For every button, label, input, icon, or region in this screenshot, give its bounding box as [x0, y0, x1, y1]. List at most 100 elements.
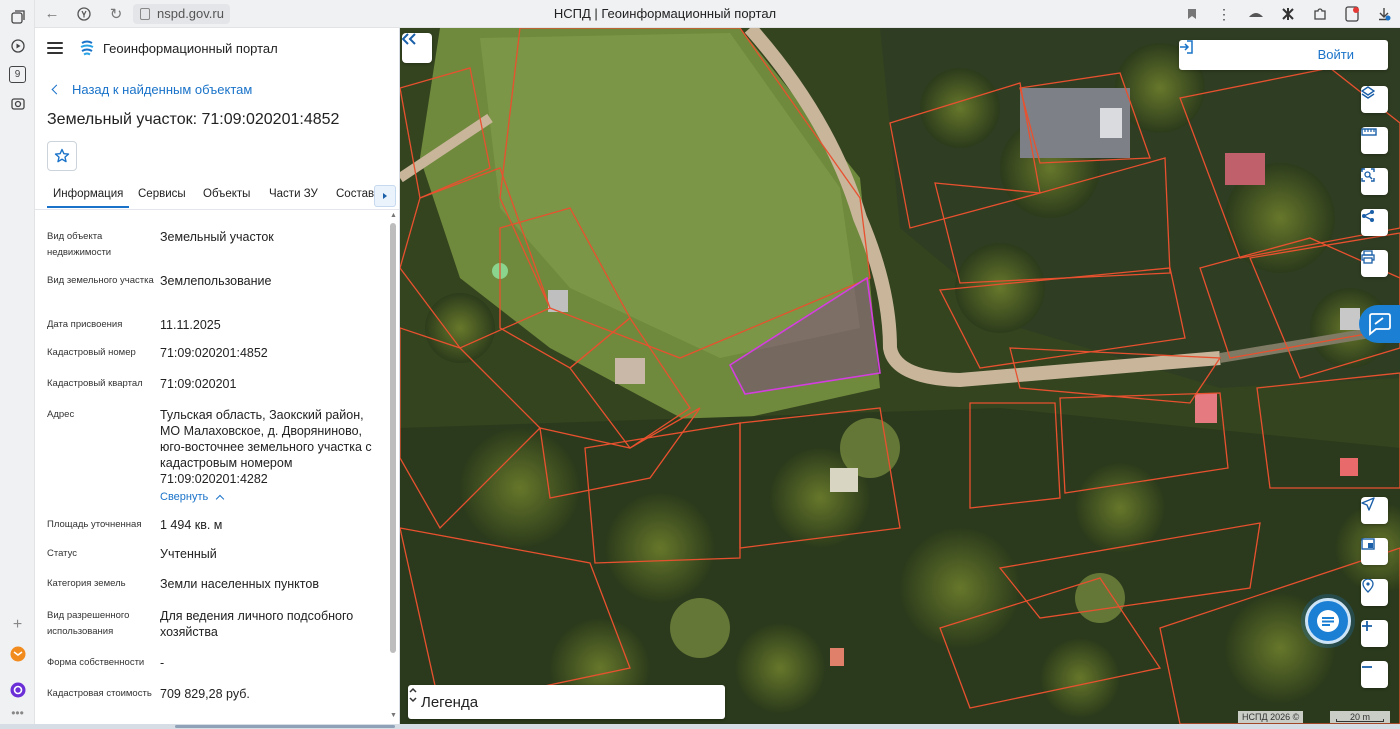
satellite-map[interactable] [400, 28, 1400, 724]
field-label-object-kind: Вид объекта недвижимости [47, 231, 112, 258]
window-title: НСПД | Геоинформационный портал [553, 6, 777, 21]
chevron-up-icon [216, 494, 225, 503]
share-icon [1362, 210, 1374, 222]
select-area-icon [1361, 168, 1375, 182]
field-value-address: Тульская область, Заокский район, МО Мал… [160, 408, 372, 486]
tab-composition[interactable]: Состав [336, 188, 374, 200]
location-search-icon [1362, 579, 1374, 593]
favorite-button[interactable] [47, 141, 77, 171]
tab-parts[interactable]: Части ЗУ [269, 188, 318, 200]
tab-objects[interactable]: Объекты [203, 188, 250, 200]
double-chevron-left-icon [402, 33, 416, 45]
field-label-land-category: Категория земель [47, 578, 126, 589]
more-icon[interactable]: ⋮ [1208, 0, 1240, 28]
tabs-icon[interactable] [9, 8, 26, 25]
star-icon [54, 148, 70, 163]
screenshot-icon[interactable] [9, 95, 26, 112]
field-label-parcel-kind: Вид земельного участка [47, 275, 154, 286]
minimap-button[interactable] [1361, 538, 1388, 565]
tabs-scroll-right-button[interactable] [374, 185, 396, 207]
browser-toolbar: ← ↻ nspd.gov.ru НСПД | Геоинформационный… [0, 0, 1400, 28]
zoom-out-icon [1362, 666, 1372, 668]
downloads-icon[interactable] [1368, 0, 1400, 28]
browser-sidebar: 9 + ••• [0, 0, 35, 729]
scroll-up-icon[interactable]: ▲ [390, 212, 397, 219]
profile-icon[interactable] [1336, 0, 1368, 28]
add-icon[interactable]: + [9, 616, 26, 633]
tab-bar: Информация Сервисы Объекты Части ЗУ Сост… [35, 183, 399, 210]
collapse-address-link[interactable]: Свернуть [160, 491, 225, 503]
layers-icon [1361, 86, 1375, 99]
ruler-icon [1361, 128, 1377, 136]
horizontal-scroll-thumb[interactable] [175, 725, 395, 728]
panel-scrollbar[interactable] [390, 223, 396, 653]
print-button[interactable] [1361, 250, 1388, 277]
more-apps-icon[interactable]: ••• [9, 704, 26, 721]
menu-icon[interactable] [47, 42, 63, 54]
legend-label: Легенда [421, 694, 479, 711]
field-label-address: Адрес [47, 409, 75, 420]
login-icon [1180, 40, 1193, 54]
share-button[interactable] [1361, 209, 1388, 236]
legend-dropdown[interactable]: Легенда [408, 685, 725, 719]
mail-app-icon[interactable] [9, 645, 26, 662]
field-value-permitted-use: Для ведения личного подсобного хозяйства [160, 609, 354, 639]
field-value-ownership: - [160, 656, 165, 670]
panel-header: Геоинформационный портал [35, 28, 399, 68]
map-attribution: НСПД 2026 © [1238, 711, 1304, 723]
field-label-assign-date: Дата присвоения [47, 319, 123, 330]
support-chat-button[interactable] [1305, 598, 1351, 644]
field-label-permitted-use: Вид разрешенного использования [47, 610, 130, 637]
ruler-button[interactable] [1361, 127, 1388, 154]
collapse-panel-button[interactable] [402, 33, 432, 63]
extensions-puzzle-icon[interactable] [1304, 0, 1336, 28]
field-value-land-category: Земли населенных пунктов [160, 577, 319, 591]
sidebar-counter[interactable]: 9 [9, 66, 26, 83]
chevron-left-icon [51, 84, 62, 95]
layers-button[interactable] [1361, 86, 1388, 113]
portal-logo-icon [80, 40, 94, 56]
field-value-cadastral-value: 709 829,28 руб. [160, 687, 250, 701]
field-value-status: Учтенный [160, 547, 217, 561]
play-icon[interactable] [9, 37, 26, 54]
field-label-status: Статус [47, 548, 78, 559]
zoom-in-button[interactable] [1361, 620, 1388, 647]
extension-k-icon[interactable] [1272, 0, 1304, 28]
geolocation-icon [1361, 497, 1375, 511]
field-label-cadastral-number: Кадастровый номер [47, 347, 136, 358]
assistant-icon[interactable] [9, 681, 26, 698]
geolocation-button[interactable] [1361, 497, 1388, 524]
bookmark-icon[interactable] [1176, 0, 1208, 28]
field-label-cadastral-quarter: Кадастровый квартал [47, 378, 143, 389]
back-link-label: Назад к найденным объектам [72, 82, 253, 97]
location-search-button[interactable] [1361, 579, 1388, 606]
tab-services[interactable]: Сервисы [138, 188, 186, 200]
field-label-area: Площадь уточненная [47, 519, 142, 530]
extension-hat-icon[interactable] [1240, 0, 1272, 28]
tab-information[interactable]: Информация [47, 188, 130, 208]
field-value-assign-date: 11.11.2025 [160, 318, 221, 332]
print-icon [1361, 250, 1375, 264]
select-area-button[interactable] [1361, 168, 1388, 195]
scale-bar [1336, 719, 1384, 722]
back-to-results-link[interactable]: Назад к найденным объектам [49, 82, 252, 97]
field-value-area: 1 494 кв. м [160, 518, 223, 532]
field-label-ownership: Форма собственности [47, 657, 145, 668]
map-scale: 20 m [1330, 711, 1390, 723]
object-info-panel: Геоинформационный портал Назад к найденн… [35, 28, 400, 724]
login-button[interactable]: Войти [1179, 40, 1388, 70]
scroll-down-icon[interactable]: ▼ [390, 712, 397, 719]
zoom-in-icon [1362, 621, 1372, 631]
map-view[interactable]: Войти Легенда НСПД 2026 © 20 m [400, 28, 1400, 724]
field-value-object-kind: Земельный участок [160, 230, 274, 244]
field-value-cadastral-quarter: 71:09:020201 [160, 377, 237, 391]
login-label: Войти [1317, 47, 1354, 62]
object-title: Земельный участок: 71:09:020201:4852 [47, 111, 340, 128]
chat-bubble-icon [1369, 313, 1391, 336]
field-value-cadastral-number: 71:09:020201:4852 [160, 346, 268, 360]
feedback-chat-button[interactable] [1359, 305, 1400, 343]
portal-name: Геоинформационный портал [103, 40, 278, 56]
zoom-out-button[interactable] [1361, 661, 1388, 688]
minimap-icon [1361, 538, 1375, 550]
chat-icon [1317, 610, 1339, 632]
